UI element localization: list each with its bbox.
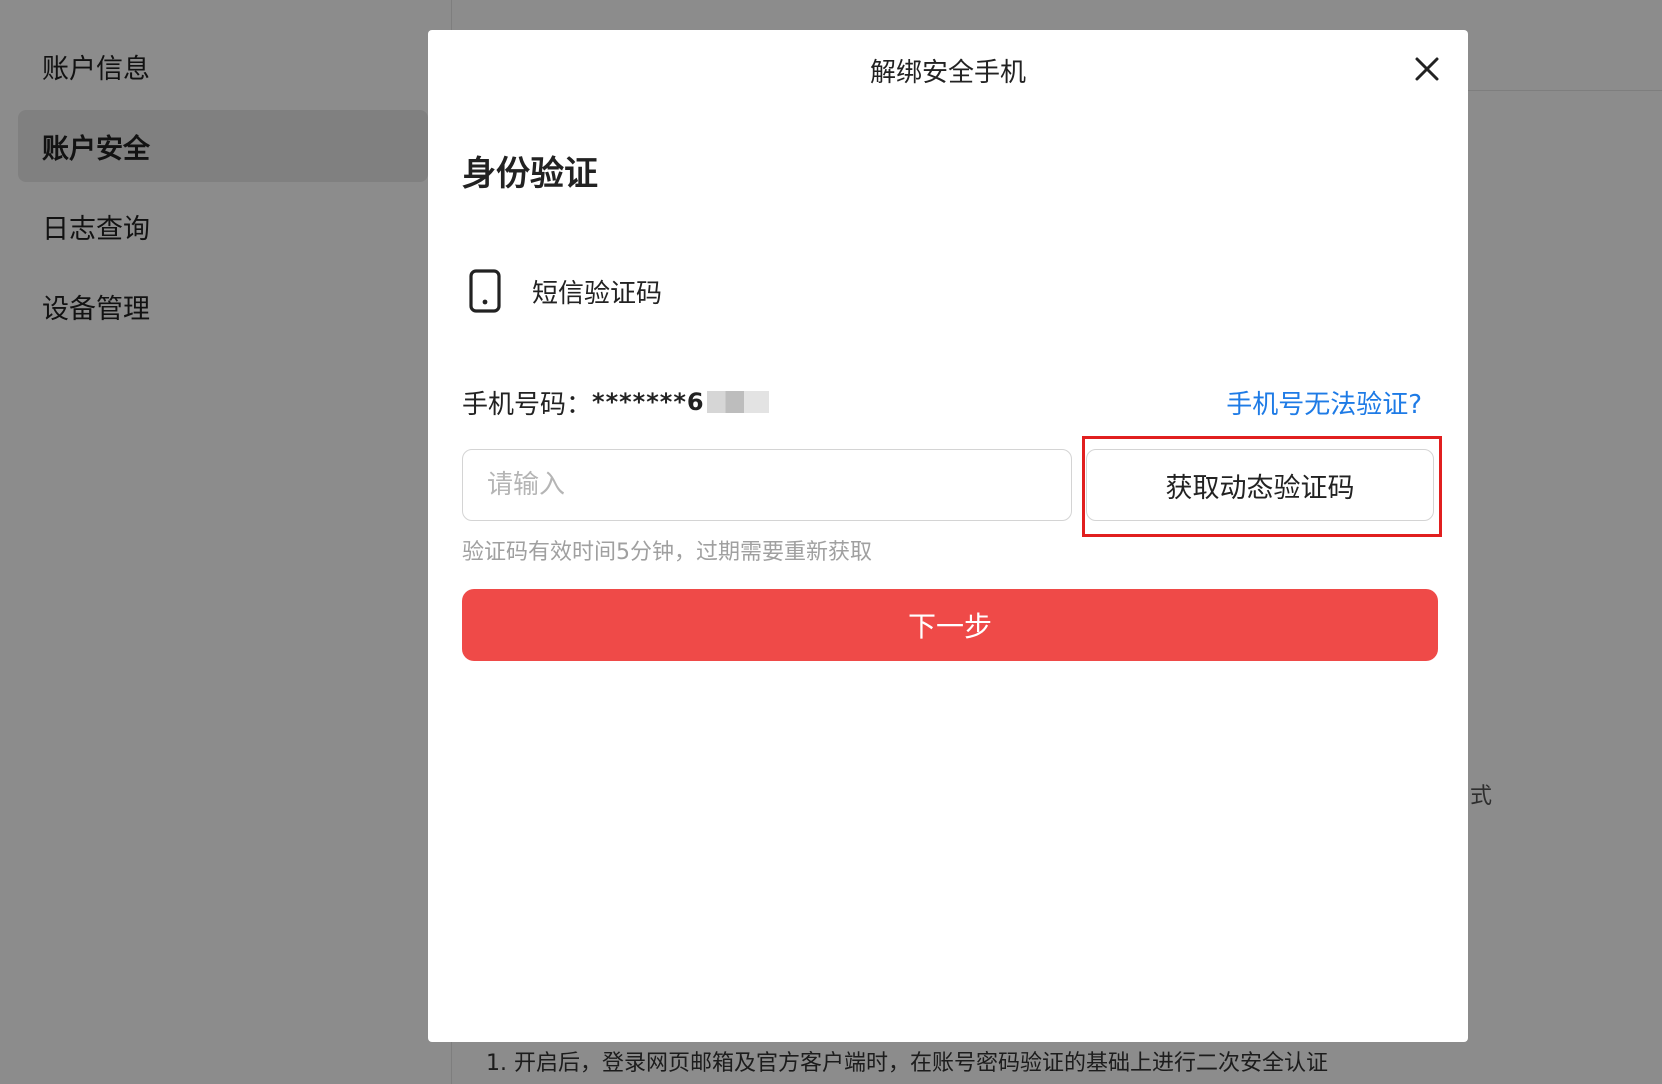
close-icon[interactable] <box>1412 54 1442 84</box>
page: 账户信息 账户安全 日志查询 设备管理 式 1. 开启后，登录网页邮箱及官方客户… <box>0 0 1662 1084</box>
cant-verify-link[interactable]: 手机号无法验证? <box>1226 384 1422 421</box>
mobile-phone-icon <box>469 269 501 313</box>
phone-number-row: 手机号码： *******6 手机号无法验证? <box>462 382 1422 422</box>
verification-method: 短信验证码 <box>468 268 662 314</box>
redaction-mask <box>706 391 769 413</box>
unbind-phone-dialog: 解绑安全手机 身份验证 短信验证码 手机号码： *******6 手机号无法验证… <box>428 30 1468 1042</box>
dialog-title: 解绑安全手机 <box>869 58 1026 88</box>
next-button[interactable]: 下一步 <box>462 589 1438 661</box>
verification-code-input[interactable] <box>462 449 1072 521</box>
code-hint: 验证码有效时间5分钟，过期需要重新获取 <box>462 540 872 565</box>
phone-number: *******6 <box>592 388 705 416</box>
phone-label: 手机号码： <box>462 389 593 420</box>
get-code-button[interactable]: 获取动态验证码 <box>1086 449 1434 521</box>
section-title: 身份验证 <box>462 154 598 194</box>
method-label: 短信验证码 <box>532 278 663 309</box>
